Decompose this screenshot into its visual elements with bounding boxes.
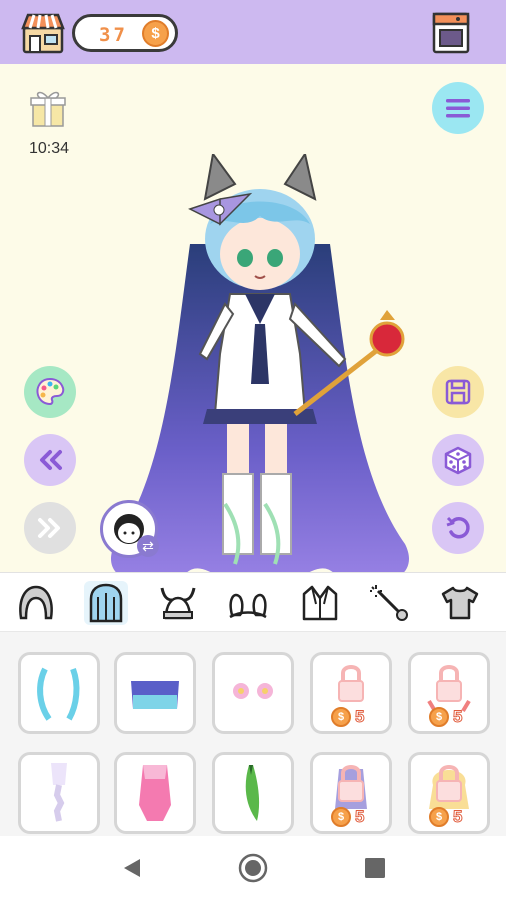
tab-accessories[interactable]: [368, 581, 412, 625]
item-price: $ 5: [331, 707, 365, 727]
tab-hair-front[interactable]: [14, 581, 58, 625]
next-button[interactable]: [24, 502, 76, 554]
coin-icon: $: [429, 707, 449, 727]
horned-helmet-icon: [160, 587, 196, 620]
randomize-button[interactable]: [432, 434, 484, 486]
save-icon: [445, 379, 471, 405]
lock-icon: [427, 665, 471, 713]
gift-icon[interactable]: [30, 88, 66, 128]
undo-icon: [446, 516, 470, 539]
recents-square-icon: [365, 858, 385, 878]
menu-button[interactable]: [432, 82, 484, 134]
back-button[interactable]: [117, 853, 147, 883]
double-chevron-left-icon: [40, 450, 62, 470]
tab-outfit-jacket[interactable]: [298, 581, 342, 625]
item-cell-locked[interactable]: $ 5: [310, 652, 392, 734]
item-price: $ 5: [331, 807, 365, 827]
dice-icon: [444, 446, 472, 475]
coin-icon: $: [331, 707, 351, 727]
top-bar: 37 $: [0, 0, 506, 64]
item-cell[interactable]: [18, 752, 100, 834]
pink-hair-item: [139, 765, 171, 821]
tab-headwear[interactable]: [156, 581, 200, 625]
previous-button[interactable]: [24, 434, 76, 486]
hair-front-icon: [19, 585, 53, 620]
jacket-icon: [302, 585, 338, 621]
hair-back-icon: [89, 583, 123, 623]
back-triangle-icon: [124, 859, 140, 877]
item-cell[interactable]: [114, 752, 196, 834]
palette-icon: [36, 377, 65, 406]
item-cell[interactable]: [114, 652, 196, 734]
save-button[interactable]: [432, 366, 484, 418]
avatar-switch-button[interactable]: ⇄: [100, 500, 159, 558]
dress-up-stage: 10:34 ⇄: [0, 64, 506, 586]
undo-button[interactable]: [432, 502, 484, 554]
coin-icon: $: [331, 807, 351, 827]
item-cell-locked[interactable]: $ 5: [408, 652, 490, 734]
magic-wand-icon: [370, 585, 408, 621]
item-cell[interactable]: [212, 652, 294, 734]
bunny-ears-icon: [229, 593, 267, 619]
system-nav-bar: [0, 836, 506, 900]
home-circle-icon: [238, 853, 268, 883]
coin-icon: $: [142, 20, 169, 47]
lock-icon: [335, 765, 367, 809]
gift-timer: 10:34: [28, 140, 70, 157]
recents-button[interactable]: [360, 853, 390, 883]
hair-buns-item: [233, 683, 273, 699]
tab-ears[interactable]: [226, 581, 270, 625]
tab-tops[interactable]: [438, 581, 482, 625]
lock-icon: [338, 665, 364, 702]
double-chevron-right-icon: [38, 518, 60, 538]
tab-hair-back[interactable]: [84, 581, 128, 625]
home-button[interactable]: [238, 853, 268, 883]
color-palette-button[interactable]: [24, 366, 76, 418]
hair-back-item: [131, 681, 179, 709]
item-cell[interactable]: [18, 652, 100, 734]
coin-balance[interactable]: 37 $: [72, 14, 178, 52]
item-price: $ 5: [429, 707, 463, 727]
lock-icon: [429, 765, 469, 809]
item-grid: $ 5 $ 5 $ 5 $ 5: [0, 632, 506, 836]
item-cell-locked[interactable]: $ 5: [310, 752, 392, 834]
item-price: $ 5: [429, 807, 463, 827]
t-shirt-icon: [441, 586, 479, 620]
hair-strands-item: [37, 667, 80, 721]
item-cell[interactable]: [212, 752, 294, 834]
category-tabs: [0, 572, 506, 632]
braid-item: [51, 763, 67, 822]
coin-icon: $: [429, 807, 449, 827]
coin-count: 37: [99, 24, 128, 46]
green-hair-item: [245, 765, 260, 821]
wardrobe-icon[interactable]: [428, 10, 474, 56]
menu-icon: [446, 99, 470, 118]
item-cell-locked[interactable]: $ 5: [408, 752, 490, 834]
shop-icon[interactable]: [20, 10, 66, 56]
swap-icon: ⇄: [137, 535, 159, 557]
